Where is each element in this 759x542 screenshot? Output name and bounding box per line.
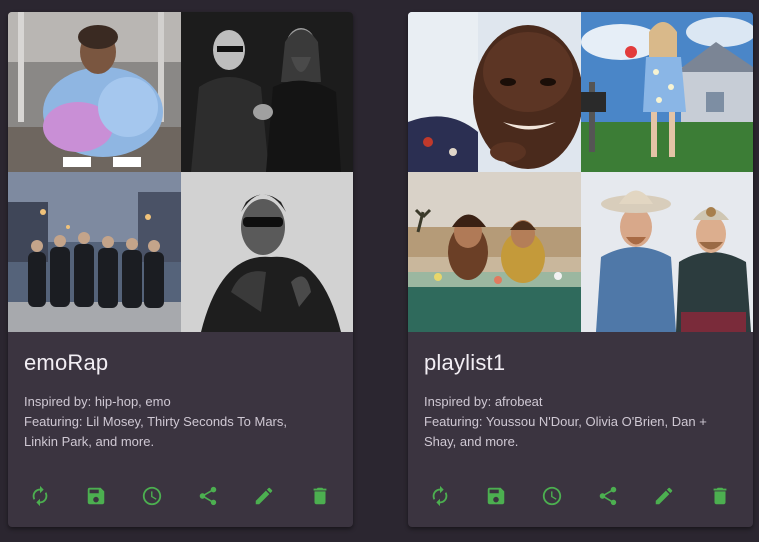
playlist-title: playlist1 bbox=[424, 350, 506, 375]
save-button[interactable] bbox=[82, 482, 110, 510]
edit-button[interactable] bbox=[250, 482, 278, 510]
playlist-card: playlist1 Inspired by: afrobeat Featurin… bbox=[408, 12, 753, 527]
share-button[interactable] bbox=[194, 482, 222, 510]
save-button[interactable] bbox=[482, 482, 510, 510]
album-art-mosaic bbox=[8, 12, 353, 332]
save-icon bbox=[87, 487, 105, 505]
refresh-button[interactable] bbox=[26, 482, 54, 510]
card-actions bbox=[424, 482, 744, 510]
delete-icon bbox=[713, 487, 727, 505]
refresh-button[interactable] bbox=[426, 482, 454, 510]
playlist-card: emoRap Inspired by: hip-hop, emo Featuri… bbox=[8, 12, 353, 527]
schedule-button[interactable] bbox=[138, 482, 166, 510]
share-icon bbox=[599, 486, 617, 506]
edit-icon bbox=[255, 487, 273, 505]
artist-photo-thirty-seconds-to-mars bbox=[181, 12, 353, 172]
schedule-button[interactable] bbox=[538, 482, 566, 510]
refresh-icon bbox=[432, 485, 448, 507]
featuring-text-line-2: Linkin Park, and more. bbox=[24, 434, 155, 449]
share-button[interactable] bbox=[594, 482, 622, 510]
delete-icon bbox=[313, 487, 327, 505]
artist-photo-dan-shay bbox=[408, 172, 581, 332]
save-icon bbox=[487, 487, 505, 505]
playlist-description: Inspired by: hip-hop, emo Featuring: Lil… bbox=[24, 392, 336, 452]
featuring-text-line-1: Featuring: Youssou N'Dour, Olivia O'Brie… bbox=[424, 414, 707, 429]
artist-photo-lil-mosey bbox=[8, 12, 181, 172]
edit-button[interactable] bbox=[650, 482, 678, 510]
clock-icon bbox=[142, 486, 162, 506]
artist-photo-olivia-obrien bbox=[581, 12, 753, 172]
delete-button[interactable] bbox=[306, 482, 334, 510]
share-icon bbox=[199, 486, 217, 506]
inspired-by-text: Inspired by: afrobeat bbox=[424, 394, 543, 409]
album-art-mosaic bbox=[408, 12, 753, 332]
card-actions bbox=[24, 482, 344, 510]
inspired-by-text: Inspired by: hip-hop, emo bbox=[24, 394, 171, 409]
artist-photo-florida-georgia-line bbox=[581, 172, 753, 332]
featuring-text-line-2: Shay, and more. bbox=[424, 434, 519, 449]
playlist-description: Inspired by: afrobeat Featuring: Youssou… bbox=[424, 392, 736, 452]
artist-photo-future bbox=[181, 172, 353, 332]
delete-button[interactable] bbox=[706, 482, 734, 510]
edit-icon bbox=[655, 487, 673, 505]
clock-icon bbox=[542, 486, 562, 506]
playlist-title: emoRap bbox=[24, 350, 109, 375]
refresh-icon bbox=[32, 485, 48, 507]
artist-photo-youssou-ndour bbox=[408, 12, 581, 172]
artist-photo-linkin-park bbox=[8, 172, 181, 332]
featuring-text-line-1: Featuring: Lil Mosey, Thirty Seconds To … bbox=[24, 414, 287, 429]
